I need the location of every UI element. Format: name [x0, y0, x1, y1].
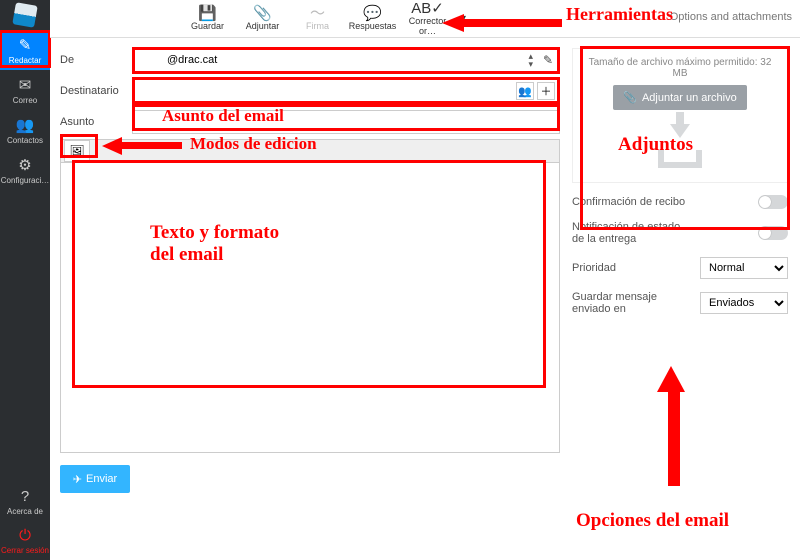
attachments-box: Tamaño de archivo máximo permitido: 32 M…	[572, 48, 788, 183]
spellcheck-icon: AB✓	[400, 2, 455, 16]
sidebar-item-label: Correo	[13, 96, 37, 105]
attach-button[interactable]: 📎Adjuntar	[235, 7, 290, 31]
sidebar-item-settings[interactable]: ⚙ Configuraci…	[0, 150, 50, 190]
responses-icon: 💬	[345, 7, 400, 21]
max-size-label: Tamaño de archivo máximo permitido: 32 M…	[581, 57, 779, 79]
responses-button[interactable]: 💬Respuestas	[345, 7, 400, 31]
toolbar: 💾Guardar 📎Adjuntar ～Firma 💬Respuestas AB…	[50, 0, 800, 38]
toolbar-more[interactable]: ▾	[455, 13, 472, 24]
to-field[interactable]: 👥 ＋	[132, 79, 560, 103]
dsn-label: Notificación de estado de la entrega	[572, 221, 692, 245]
signature-button[interactable]: ～Firma	[290, 7, 345, 31]
sidebar-item-label: Redactar	[9, 56, 41, 65]
savein-label: Guardar mensaje enviado en	[572, 291, 692, 315]
contacts-icon: 👥	[0, 116, 50, 134]
gear-icon: ⚙	[0, 156, 50, 174]
sidebar-item-logout[interactable]: ⏻ Cerrar sesión	[0, 521, 50, 560]
attach-file-button[interactable]: 📎 Adjuntar un archivo	[613, 85, 746, 110]
mail-icon: ✉	[0, 76, 50, 94]
add-recipient-icon[interactable]: ＋	[537, 82, 555, 100]
options-heading: Options and attachments	[670, 11, 792, 23]
sidebar-item-label: Cerrar sesión	[1, 546, 49, 555]
dsn-toggle[interactable]	[758, 226, 788, 240]
priority-label: Prioridad	[572, 262, 616, 274]
paperclip-icon: 📎	[235, 7, 290, 21]
sidebar-item-mail[interactable]: ✉ Correo	[0, 70, 50, 110]
send-button[interactable]: ✈ Enviar	[60, 465, 130, 493]
subject-label: Asunto	[60, 116, 132, 128]
options-panel: Tamaño de archivo máximo permitido: 32 M…	[560, 38, 800, 560]
sidebar-item-contacts[interactable]: 👥 Contactos	[0, 110, 50, 150]
priority-select[interactable]: Normal	[700, 257, 788, 279]
savein-select[interactable]: Enviados	[700, 292, 788, 314]
sidebar: ✎ Redactar ✉ Correo 👥 Contactos ⚙ Config…	[0, 0, 50, 560]
compose-panel: De @drac.cat ▴▾ ✎ Destinatario 👥 ＋	[50, 38, 560, 560]
sidebar-item-label: Contactos	[7, 136, 43, 145]
main: 💾Guardar 📎Adjuntar ～Firma 💬Respuestas AB…	[50, 0, 800, 560]
signature-icon: ～	[290, 7, 345, 21]
edit-identity-icon[interactable]: ✎	[543, 53, 553, 67]
from-field[interactable]: @drac.cat ▴▾ ✎	[132, 48, 560, 72]
sidebar-item-label: Configuraci…	[1, 176, 49, 185]
spellcheck-button[interactable]: AB✓Corrector or…	[400, 2, 455, 36]
app-logo	[0, 0, 50, 30]
paperclip-icon: 📎	[623, 91, 637, 104]
send-icon: ✈	[73, 473, 82, 486]
from-value: @drac.cat	[167, 54, 217, 66]
save-button[interactable]: 💾Guardar	[180, 7, 235, 31]
email-body-editor[interactable]	[60, 163, 560, 453]
editor-toolbar: 🖼	[60, 139, 560, 163]
from-chevron-icon: ▴▾	[528, 52, 533, 68]
subject-field[interactable]	[132, 110, 560, 134]
sidebar-item-label: Acerca de	[7, 507, 43, 516]
save-icon: 💾	[180, 7, 235, 21]
editor-mode-image-icon[interactable]: 🖼	[64, 140, 90, 162]
power-icon: ⏻	[0, 527, 50, 544]
sidebar-item-about[interactable]: ? Acerca de	[0, 482, 50, 521]
receipt-toggle[interactable]	[758, 195, 788, 209]
from-label: De	[60, 54, 132, 66]
help-icon: ?	[0, 488, 50, 505]
add-contact-icon[interactable]: 👥	[516, 82, 534, 100]
receipt-label: Confirmación de recibo	[572, 196, 685, 208]
sidebar-item-compose[interactable]: ✎ Redactar	[0, 30, 50, 70]
to-label: Destinatario	[60, 85, 132, 97]
upload-placeholder-icon	[652, 124, 708, 168]
compose-icon: ✎	[0, 36, 50, 54]
